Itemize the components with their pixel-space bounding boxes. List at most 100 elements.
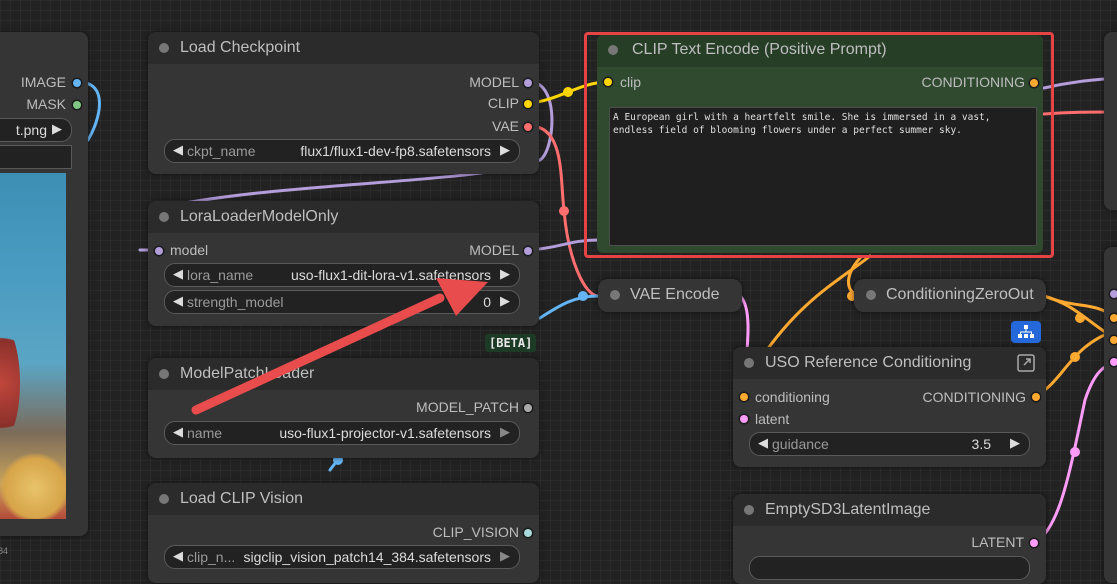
triangle-right-icon[interactable]: ▶: [1010, 435, 1020, 451]
lora-name-widget[interactable]: ◀ lora_name uso-flux1-dit-lora-v1.safete…: [164, 263, 520, 287]
node-title: EmptySD3LatentImage: [765, 501, 931, 518]
node-title-bar[interactable]: VAE Encode: [598, 279, 742, 312]
guidance-widget[interactable]: ◀ guidance 3.5 ▶: [749, 432, 1030, 456]
input-port-model[interactable]: [1110, 290, 1117, 298]
triangle-left-icon[interactable]: ◀: [173, 142, 183, 158]
node-title: Load Checkpoint: [180, 39, 301, 56]
node-title-bar[interactable]: LoraLoaderModelOnly: [148, 201, 539, 233]
node-load-checkpoint[interactable]: Load Checkpoint MODEL CLIP VAE ◀ ckpt_na…: [148, 32, 539, 174]
output-port-model[interactable]: [524, 247, 532, 255]
output-label-image: IMAGE: [20, 74, 66, 90]
triangle-left-icon[interactable]: ◀: [173, 424, 183, 440]
output-label-clip-vision: CLIP_VISION: [432, 524, 519, 540]
widget-label: lora_name: [187, 267, 254, 283]
circle-dot-icon[interactable]: [159, 212, 169, 222]
node-conditioning-zero-out[interactable]: ConditioningZeroOut: [854, 279, 1046, 312]
input-port-conditioning[interactable]: [740, 393, 748, 401]
node-model-patch-loader[interactable]: ModelPatchLoader MODEL_PATCH ◀ name uso-…: [148, 358, 539, 458]
image-size-text: 84: [0, 546, 9, 556]
reroute-dot-clip: [563, 87, 573, 97]
circle-dot-icon[interactable]: [159, 369, 169, 379]
output-label-conditioning: CONDITIONING: [922, 389, 1026, 405]
node-uso-reference-conditioning[interactable]: USO Reference Conditioning conditioning …: [733, 347, 1046, 467]
triangle-right-icon[interactable]: ▶: [500, 293, 510, 309]
output-port-conditioning[interactable]: [1030, 79, 1038, 87]
widget-label: name: [187, 425, 223, 441]
widget-label: strength_model: [187, 294, 284, 310]
triangle-left-icon[interactable]: ◀: [758, 435, 768, 451]
node-offscreen-top-right[interactable]: [1104, 32, 1117, 210]
output-port-clip-vision[interactable]: [524, 529, 532, 537]
triangle-left-icon[interactable]: ◀: [173, 266, 183, 282]
input-port-positive[interactable]: [1110, 314, 1117, 322]
node-title-bar[interactable]: Load Checkpoint: [148, 32, 539, 64]
flower-shape: [0, 323, 20, 443]
image-filename: t.png: [15, 122, 47, 138]
output-port-mask[interactable]: [73, 101, 81, 109]
upload-button[interactable]: [0, 145, 72, 169]
ckpt-name-widget[interactable]: ◀ ckpt_name flux1/flux1-dev-fp8.safetens…: [164, 139, 520, 163]
circle-dot-icon[interactable]: [159, 43, 169, 53]
prompt-textarea[interactable]: A European girl with a heartfelt smile. …: [609, 107, 1037, 246]
output-port-model[interactable]: [524, 79, 532, 87]
triangle-right-icon[interactable]: ▶: [500, 266, 510, 282]
node-title-bar[interactable]: Load CLIP Vision: [148, 483, 539, 515]
reroute-dot-image: [578, 291, 588, 301]
node-offscreen-ksampler[interactable]: [1104, 247, 1117, 583]
input-label-conditioning: conditioning: [755, 389, 830, 405]
hierarchy-button[interactable]: [1011, 321, 1041, 343]
triangle-left-icon[interactable]: ◀: [173, 548, 183, 564]
circle-dot-icon[interactable]: [608, 45, 618, 55]
output-port-image[interactable]: [73, 79, 81, 87]
triangle-right-icon[interactable]: ▶: [500, 548, 510, 564]
image-select-widget[interactable]: t.png ▶: [0, 118, 72, 142]
output-port-model-patch[interactable]: [524, 404, 532, 412]
circle-dot-icon[interactable]: [610, 290, 620, 300]
node-vae-encode[interactable]: VAE Encode: [598, 279, 742, 312]
node-body[interactable]: CLIP Text Encode (Positive Prompt) clip …: [597, 35, 1043, 253]
input-port-latent[interactable]: [740, 415, 748, 423]
circle-dot-icon[interactable]: [744, 505, 754, 515]
output-port-conditioning[interactable]: [1032, 393, 1040, 401]
output-port-latent[interactable]: [1030, 539, 1038, 547]
input-port-latent[interactable]: [1110, 358, 1117, 366]
triangle-right-icon[interactable]: ▶: [52, 121, 62, 137]
node-load-image[interactable]: IMAGE MASK t.png ▶ 84: [0, 32, 88, 556]
reroute-dot-latent: [1070, 447, 1080, 457]
input-label-model: model: [170, 242, 209, 258]
output-label-model-patch: MODEL_PATCH: [416, 399, 519, 415]
clip-name-widget[interactable]: ◀ clip_n... sigclip_vision_patch14_384.s…: [164, 545, 520, 569]
expand-icon[interactable]: [1016, 353, 1036, 373]
node-clip-text-encode-positive[interactable]: CLIP Text Encode (Positive Prompt) clip …: [584, 32, 1054, 258]
image-preview: [0, 173, 66, 519]
node-title-bar[interactable]: ModelPatchLoader: [148, 358, 539, 390]
node-title-bar[interactable]: USO Reference Conditioning: [733, 347, 1046, 379]
node-lora-loader[interactable]: LoraLoaderModelOnly model MODEL ◀ lora_n…: [148, 201, 539, 326]
input-port-clip[interactable]: [604, 78, 612, 86]
triangle-right-icon[interactable]: ▶: [500, 424, 510, 440]
node-title: Load CLIP Vision: [180, 490, 304, 507]
node-empty-sd3-latent-image[interactable]: EmptySD3LatentImage LATENT: [733, 494, 1046, 584]
node-title-bar[interactable]: EmptySD3LatentImage: [733, 494, 1046, 526]
hierarchy-icon: [1018, 325, 1034, 338]
triangle-left-icon[interactable]: ◀: [173, 293, 183, 309]
node-title: LoraLoaderModelOnly: [180, 208, 339, 225]
patch-name-widget[interactable]: ◀ name uso-flux1-projector-v1.safetensor…: [164, 421, 520, 445]
node-title: CLIP Text Encode (Positive Prompt): [632, 41, 887, 58]
output-port-vae[interactable]: [524, 123, 532, 131]
circle-dot-icon[interactable]: [866, 290, 876, 300]
output-label-model: MODEL: [469, 242, 519, 258]
circle-dot-icon[interactable]: [744, 358, 754, 368]
input-port-negative[interactable]: [1110, 336, 1117, 344]
width-widget[interactable]: [749, 556, 1030, 580]
node-title-bar[interactable]: CLIP Text Encode (Positive Prompt): [597, 35, 1043, 67]
circle-dot-icon[interactable]: [159, 494, 169, 504]
node-title-bar[interactable]: ConditioningZeroOut: [854, 279, 1046, 312]
node-title: ModelPatchLoader: [180, 365, 315, 382]
strength-model-widget[interactable]: ◀ strength_model 0 ▶: [164, 290, 520, 314]
triangle-right-icon[interactable]: ▶: [500, 142, 510, 158]
node-load-clip-vision[interactable]: Load CLIP Vision CLIP_VISION ◀ clip_n...…: [148, 483, 539, 583]
input-port-model[interactable]: [155, 247, 163, 255]
output-label-clip: CLIP: [487, 95, 519, 111]
output-port-clip[interactable]: [524, 100, 532, 108]
